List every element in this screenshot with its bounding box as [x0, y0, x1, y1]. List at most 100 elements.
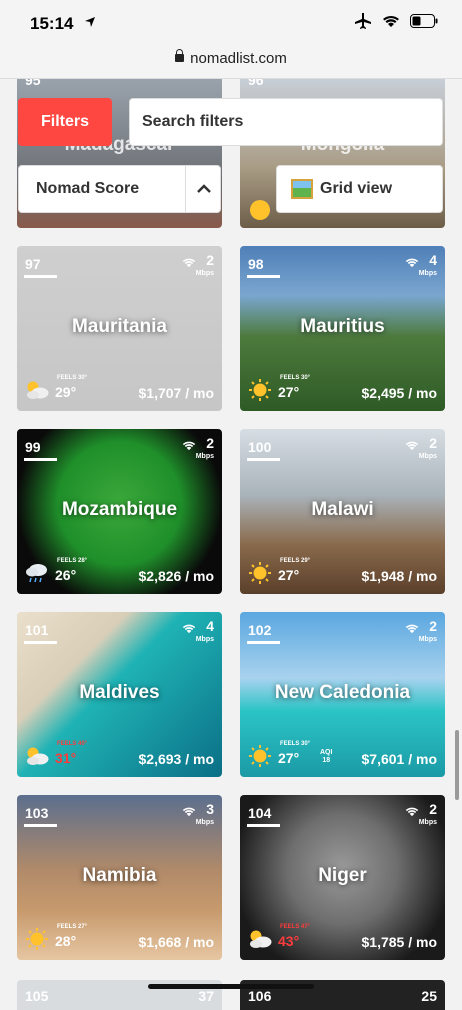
card-feels: FEELS 27°: [57, 924, 88, 930]
country-card[interactable]: 101 4 Mbps Maldives FEELS 40° 31° $2,693 …: [17, 612, 222, 777]
card-temp: 27°: [278, 750, 300, 766]
card-rank: 106: [248, 988, 272, 1004]
card-rank: 102: [246, 622, 281, 644]
speed-unit: Mbps: [418, 636, 437, 643]
search-filters-input[interactable]: Search filters: [129, 98, 443, 146]
wifi-icon: [182, 624, 196, 634]
card-speed: 2 Mbps: [418, 619, 437, 646]
country-card[interactable]: 103 3 Mbps Namibia FEELS 27° 28° $1,668 /…: [17, 795, 222, 960]
speed-unit: Mbps: [195, 270, 214, 277]
scrollbar[interactable]: [455, 730, 459, 800]
airplane-icon: [355, 13, 371, 29]
card-cost: $2,826 / mo: [138, 568, 215, 584]
speed-unit: Mbps: [195, 819, 214, 826]
grid-view-label: Grid view: [320, 180, 393, 197]
country-card[interactable]: 102 2 Mbps New Caledonia FEELS 30° 27° AQ…: [240, 612, 445, 777]
clock: 15:14: [30, 14, 74, 33]
wifi-icon: [405, 807, 419, 817]
card-rank: 95: [25, 78, 41, 88]
url-text: nomadlist.com: [190, 50, 287, 67]
card-city: Namibia: [82, 865, 157, 886]
speed-unit: Mbps: [418, 453, 437, 460]
card-rank: 104: [246, 805, 281, 827]
card-temp: 26°: [55, 567, 77, 583]
battery-icon: [410, 14, 438, 28]
sort-select[interactable]: Nomad Score: [18, 165, 221, 213]
wifi-icon: [405, 624, 419, 634]
card-city: Mozambique: [61, 499, 178, 520]
wifi-icon: [182, 258, 196, 268]
partly-cloudy-icon: [248, 928, 272, 950]
card-rank: 100: [246, 439, 281, 461]
rain-cloud-icon: [25, 562, 49, 584]
sun-icon: [250, 200, 270, 220]
card-aqi: AQI 18: [320, 749, 333, 764]
url-bar[interactable]: nomadlist.com: [0, 49, 462, 67]
card-rank: 105: [25, 988, 49, 1004]
card-city: Mauritius: [300, 316, 385, 337]
card-cost: $1,707 / mo: [138, 385, 215, 401]
card-temp: 27°: [278, 567, 300, 583]
partly-cloudy-icon: [25, 745, 49, 767]
card-cost: $2,693 / mo: [138, 751, 215, 767]
sun-icon: [248, 562, 272, 584]
card-feels: FEELS 29°: [280, 558, 311, 564]
card-speed: 2 Mbps: [195, 436, 214, 463]
country-card[interactable]: 98 4 Mbps Mauritius FEELS 30° 27° $2,495 …: [240, 246, 445, 411]
wifi-icon: [383, 15, 399, 27]
partly-cloudy-icon: [25, 379, 49, 401]
country-card[interactable]: 100 2 Mbps Malawi FEELS 29° 27° $1,948 / …: [240, 429, 445, 594]
sun-icon: [248, 745, 272, 767]
card-rank: 99: [24, 439, 57, 461]
card-feels: FEELS 30°: [280, 741, 311, 747]
card-speed: 2 Mbps: [418, 802, 437, 829]
card-feels: FEELS 47°: [280, 924, 311, 930]
card-city: Malawi: [311, 499, 374, 520]
card-temp: 31°: [55, 750, 77, 766]
card-city: Maldives: [79, 682, 160, 703]
wifi-icon: [182, 441, 196, 451]
chevron-up-icon[interactable]: [196, 182, 212, 196]
card-speed: 3 Mbps: [195, 802, 214, 829]
country-card[interactable]: 104 2 Mbps Niger FEELS 47° 43° $1,785 / m…: [240, 795, 445, 960]
card-feels: FEELS 40°: [57, 741, 88, 747]
card-city: Niger: [318, 865, 367, 886]
speed-unit: Mbps: [418, 270, 437, 277]
card-speed: 25: [421, 988, 437, 1004]
sort-label: Nomad Score: [36, 180, 140, 197]
speed-unit: Mbps: [418, 819, 437, 826]
wifi-icon: [405, 441, 419, 451]
country-card[interactable]: 99 2 Mbps Mozambique FEELS 28° 26° $2,826…: [17, 429, 222, 594]
card-cost: $2,495 / mo: [361, 385, 438, 401]
status-bar: 15:14 nomadlist.com: [0, 0, 462, 79]
card-temp: 29°: [55, 384, 77, 400]
location-arrow-icon: [85, 17, 95, 27]
home-indicator: [148, 984, 314, 989]
sun-icon: [25, 928, 49, 950]
lock-icon: [175, 49, 185, 62]
filters-button[interactable]: Filters: [18, 98, 112, 146]
card-rank: 97: [24, 256, 57, 278]
card-cost: $7,601 / mo: [361, 751, 438, 767]
grid-view-button[interactable]: Grid view: [276, 165, 443, 213]
card-temp: 43°: [278, 933, 300, 949]
card-city: Mauritania: [71, 316, 168, 337]
wifi-icon: [182, 807, 196, 817]
card-cost: $1,785 / mo: [361, 934, 438, 950]
picture-icon: [291, 179, 313, 199]
speed-unit: Mbps: [195, 636, 214, 643]
country-card[interactable]: 97 2 Mbps Mauritania FEELS 30° 29° $1,707…: [17, 246, 222, 411]
sun-icon: [248, 379, 272, 401]
card-rank: 98: [247, 256, 280, 278]
speed-unit: Mbps: [195, 453, 214, 460]
card-speed: 4 Mbps: [418, 253, 437, 280]
card-rank: 96: [248, 78, 264, 88]
card-temp: 27°: [278, 384, 300, 400]
card-cost: $1,948 / mo: [361, 568, 438, 584]
card-feels: FEELS 30°: [280, 375, 311, 381]
card-speed: 2 Mbps: [195, 253, 214, 280]
card-feels: FEELS 28°: [57, 558, 88, 564]
card-speed: 2 Mbps: [418, 436, 437, 463]
card-rank: 101: [23, 622, 58, 644]
card-rank: 103: [23, 805, 58, 827]
